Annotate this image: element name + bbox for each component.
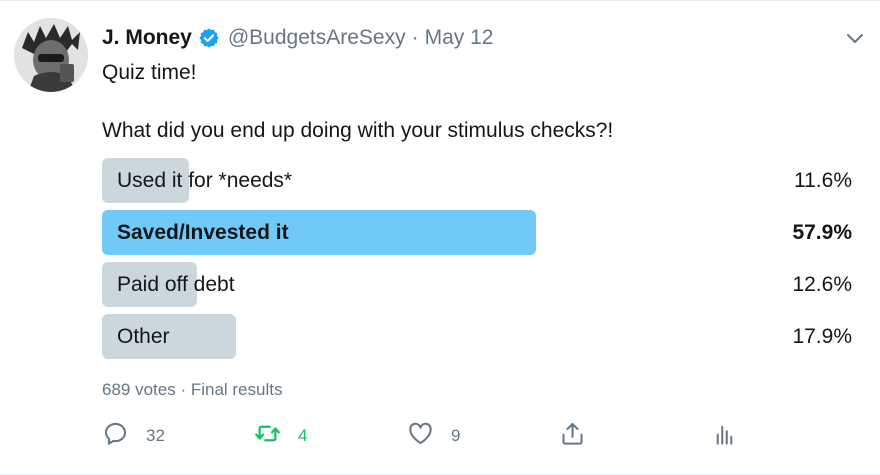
tweet-header: J. Money @BudgetsAreSexy · May 12 — [102, 23, 493, 53]
like-button[interactable]: 9 — [407, 419, 460, 453]
poll: Used it for *needs* 11.6% Saved/Invested… — [102, 158, 852, 366]
poll-option-percent: 11.6% — [794, 169, 852, 192]
poll-option: Paid off debt 12.6% — [102, 262, 852, 307]
retweet-button[interactable]: 4 — [254, 419, 307, 453]
poll-summary: 689 votes · Final results — [102, 380, 283, 399]
avatar[interactable] — [14, 18, 88, 92]
reply-button[interactable]: 32 — [102, 419, 165, 453]
author-handle[interactable]: @BudgetsAreSexy — [228, 26, 406, 50]
analytics-icon — [711, 420, 738, 452]
poll-option-label: Other — [117, 325, 170, 348]
poll-option-label: Used it for *needs* — [117, 169, 293, 192]
poll-option-label: Saved/Invested it — [117, 221, 289, 244]
poll-option-label: Paid off debt — [117, 273, 235, 296]
separator-dot: · — [411, 26, 419, 49]
poll-option-percent: 57.9% — [792, 221, 852, 244]
chevron-down-icon[interactable] — [844, 27, 866, 49]
tweet-text-line: Quiz time! — [102, 61, 197, 84]
reply-icon — [102, 420, 129, 452]
reply-count: 32 — [146, 426, 165, 445]
poll-option-percent: 12.6% — [792, 273, 852, 296]
like-count: 9 — [451, 426, 461, 445]
poll-option-percent: 17.9% — [792, 325, 852, 348]
verified-badge-icon — [198, 27, 220, 49]
heart-icon — [407, 420, 434, 452]
author-name[interactable]: J. Money — [102, 26, 192, 50]
analytics-button[interactable] — [711, 419, 738, 453]
tweet-date[interactable]: May 12 — [425, 26, 494, 50]
retweet-count: 4 — [298, 426, 308, 445]
poll-option: Other 17.9% — [102, 314, 852, 359]
share-icon — [559, 420, 586, 452]
action-bar: 32 4 9 — [102, 419, 862, 453]
poll-option: Saved/Invested it 57.9% — [102, 210, 852, 255]
tweet-text-line: What did you end up doing with your stim… — [102, 119, 614, 142]
share-button[interactable] — [559, 419, 586, 453]
tweet-card[interactable]: J. Money @BudgetsAreSexy · May 12 Quiz t… — [0, 0, 880, 475]
poll-option: Used it for *needs* 11.6% — [102, 158, 852, 203]
retweet-icon — [254, 420, 281, 452]
